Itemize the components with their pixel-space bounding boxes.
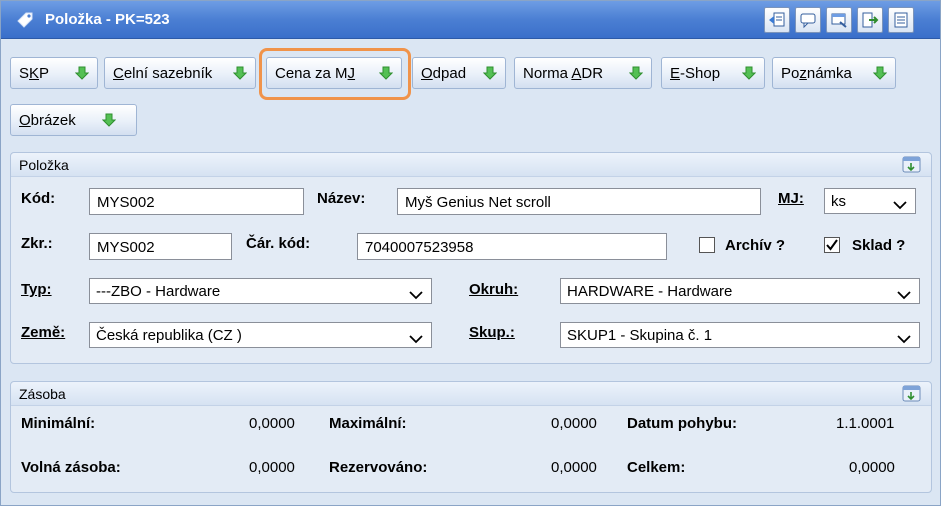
tab-poznamka[interactable]: Poznámka — [772, 57, 896, 89]
tab-label: Odpad — [421, 65, 467, 82]
tab-norma-adr[interactable]: Norma ADR — [514, 57, 652, 89]
item-window: Položka - PK=523 SKP Celní sazebník Cena… — [0, 0, 941, 506]
panel-collapse-icon[interactable] — [902, 156, 921, 173]
green-down-arrow-icon — [74, 66, 90, 84]
panel-title: Položka — [19, 157, 69, 173]
nazev-label: Název: — [317, 190, 366, 207]
zeme-label: Země: — [21, 324, 66, 341]
tab-label: Norma ADR — [523, 65, 604, 82]
volna-label: Volná zásoba: — [21, 459, 121, 476]
comment-icon[interactable] — [795, 7, 821, 33]
nazev-field[interactable]: Myš Genius Net scroll — [397, 188, 761, 215]
green-down-arrow-icon — [741, 66, 757, 84]
green-down-arrow-icon — [482, 66, 498, 84]
okruh-select[interactable]: HARDWARE - Hardware — [560, 278, 920, 304]
okruh-label: Okruh: — [469, 281, 519, 298]
window-icon[interactable] — [826, 7, 852, 33]
window-title: Položka - PK=523 — [45, 11, 170, 28]
maximalni-label: Maximální: — [329, 415, 407, 432]
car-kod-label: Čár. kód: — [246, 235, 311, 252]
tab-skp[interactable]: SKP — [10, 57, 98, 89]
skup-select[interactable]: SKUP1 - Skupina č. 1 — [560, 322, 920, 348]
mj-label: MJ: — [778, 190, 804, 207]
tag-icon — [15, 10, 35, 30]
zeme-value: Česká republika (CZ ) — [96, 327, 242, 344]
mj-select[interactable]: ks — [824, 188, 916, 214]
panel-title: Zásoba — [19, 386, 66, 402]
okruh-value: HARDWARE - Hardware — [567, 283, 733, 300]
check-icon — [826, 239, 838, 251]
back-document-icon[interactable] — [764, 7, 790, 33]
volna-value: 0,0000 — [249, 459, 295, 476]
green-down-arrow-icon — [628, 66, 644, 84]
typ-label: Typ: — [21, 281, 52, 298]
celkem-label: Celkem: — [627, 459, 686, 476]
kod-field[interactable]: MYS002 — [89, 188, 304, 215]
green-down-arrow-icon — [232, 66, 248, 84]
export-arrow-icon[interactable] — [857, 7, 883, 33]
car-kod-field[interactable]: 7040007523958 — [357, 233, 667, 260]
panel-header: Zásoba — [11, 382, 931, 406]
title-bar: Položka - PK=523 — [1, 1, 940, 39]
panel-header: Položka — [11, 153, 931, 177]
tab-celni-sazebnik[interactable]: Celní sazebník — [104, 57, 256, 89]
rezervovano-value: 0,0000 — [551, 459, 597, 476]
panel-collapse-icon[interactable] — [902, 385, 921, 402]
green-down-arrow-icon — [101, 113, 117, 131]
rezervovano-label: Rezervováno: — [329, 459, 428, 476]
chevron-down-icon — [897, 287, 911, 303]
list-icon[interactable] — [888, 7, 914, 33]
skup-label: Skup.: — [469, 324, 515, 341]
datum-value: 1.1.0001 — [836, 415, 895, 432]
tab-e-shop[interactable]: E-Shop — [661, 57, 765, 89]
archiv-checkbox[interactable] — [699, 237, 715, 253]
typ-value: ---ZBO - Hardware — [96, 283, 221, 300]
kod-label: Kód: — [21, 190, 56, 207]
chevron-down-icon — [893, 197, 907, 213]
skup-value: SKUP1 - Skupina č. 1 — [567, 327, 713, 344]
chevron-down-icon — [409, 287, 423, 303]
green-down-arrow-icon — [378, 66, 394, 84]
celkem-value: 0,0000 — [849, 459, 895, 476]
zeme-select[interactable]: Česká republika (CZ ) — [89, 322, 432, 348]
minimalni-value: 0,0000 — [249, 415, 295, 432]
chevron-down-icon — [409, 331, 423, 347]
tab-label: SKP — [19, 65, 50, 82]
panel-polozka: Položka Kód: MYS002 Název: Myš Genius Ne… — [10, 152, 932, 364]
tab-label: Celní sazebník — [113, 65, 213, 82]
tab-label: Poznámka — [781, 65, 852, 82]
tab-label: Cena za MJ — [275, 65, 356, 82]
tab-obrazek[interactable]: Obrázek — [10, 104, 137, 136]
minimalni-label: Minimální: — [21, 415, 96, 432]
green-down-arrow-icon — [872, 66, 888, 84]
sklad-label: Sklad ? — [852, 237, 906, 254]
chevron-down-icon — [897, 331, 911, 347]
zkr-label: Zkr.: — [21, 235, 53, 252]
zkr-field[interactable]: MYS002 — [89, 233, 232, 260]
tab-bar: SKP Celní sazebník Cena za MJ Odpad Norm… — [1, 40, 940, 145]
sklad-checkbox[interactable] — [824, 237, 840, 253]
panel-zasoba: Zásoba Minimální: 0,0000 Maximální: 0,00… — [10, 381, 932, 493]
tab-label: Obrázek — [19, 112, 76, 129]
datum-label: Datum pohybu: — [627, 415, 737, 432]
archiv-label: Archív ? — [725, 237, 786, 254]
tab-label: E-Shop — [670, 65, 721, 82]
tab-cena-za-mj[interactable]: Cena za MJ — [266, 57, 402, 89]
tab-odpad[interactable]: Odpad — [412, 57, 506, 89]
mj-value: ks — [831, 193, 846, 210]
maximalni-value: 0,0000 — [551, 415, 597, 432]
typ-select[interactable]: ---ZBO - Hardware — [89, 278, 432, 304]
